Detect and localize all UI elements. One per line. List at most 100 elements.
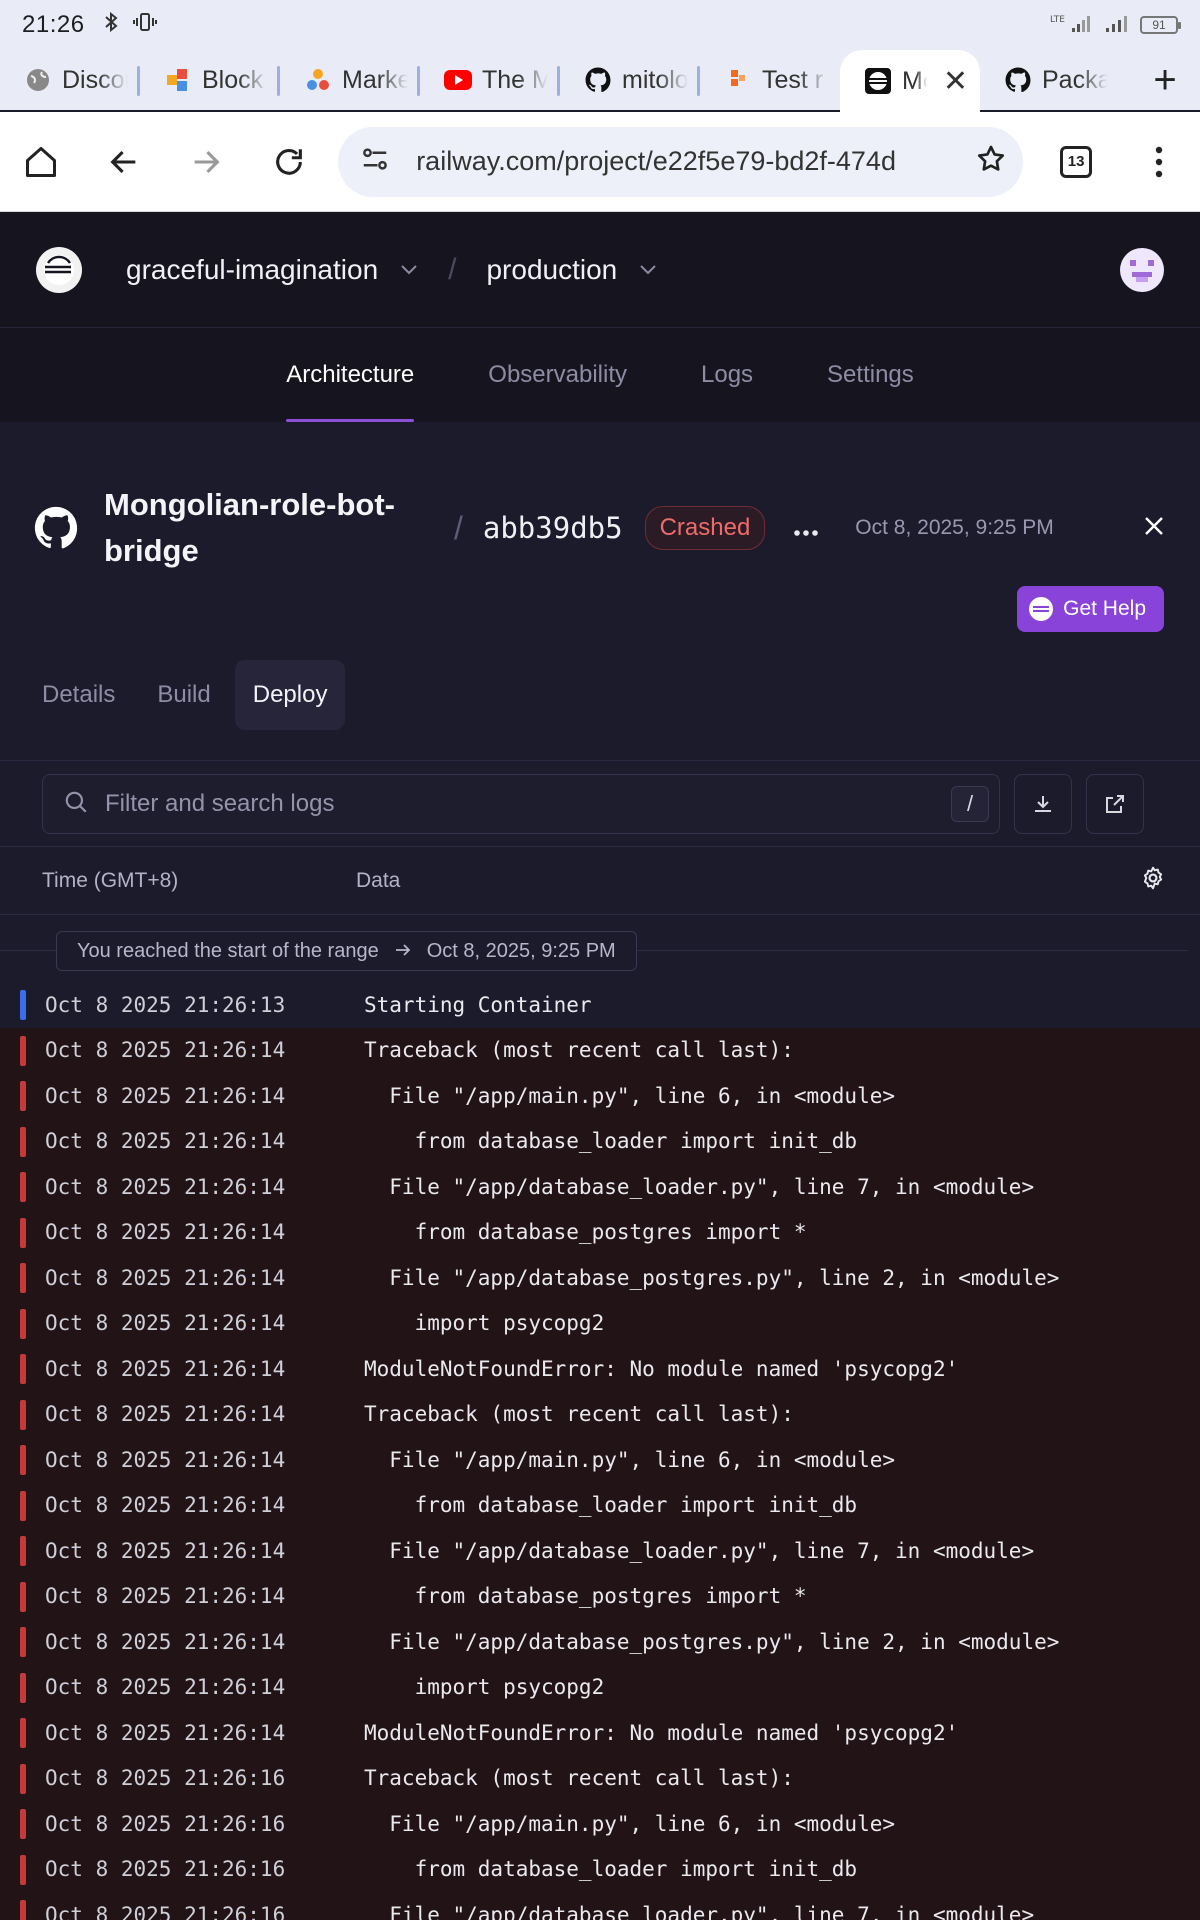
deployment-header: Mongolian-role-bot-bridge / abb39db5 Cra… [34, 482, 1174, 574]
browser-tab[interactable]: Test r [700, 50, 840, 110]
log-message: Traceback (most recent call last): [364, 1402, 794, 1427]
get-help-label: Get Help [1063, 597, 1146, 620]
log-time: Oct 8 2025 21:26:14 [45, 1311, 286, 1336]
browser-tab[interactable]: Discord [0, 50, 140, 110]
log-row[interactable]: Oct 8 2025 21:26:14 ModuleNotFoundError: … [0, 1710, 1200, 1756]
subtab-deploy[interactable]: Deploy [234, 660, 346, 730]
log-message: ModuleNotFoundError: No module named 'ps… [364, 1356, 959, 1381]
log-message: import psycopg2 [364, 1311, 605, 1336]
log-row[interactable]: Oct 8 2025 21:26:14 Traceback (most recen… [0, 1027, 1200, 1073]
log-row[interactable]: Oct 8 2025 21:26:14 import psycopg2 [0, 1300, 1200, 1346]
close-icon[interactable] [1134, 511, 1174, 545]
log-row[interactable]: Oct 8 2025 21:26:16 File "/app/database_… [0, 1892, 1200, 1920]
log-row[interactable]: Oct 8 2025 21:26:14 from database_loader… [0, 1482, 1200, 1528]
log-row[interactable]: Oct 8 2025 21:26:14 import psycopg2 [0, 1664, 1200, 1710]
log-row[interactable]: Oct 8 2025 21:26:14 ModuleNotFoundError: … [0, 1346, 1200, 1392]
breadcrumb-separator: / [454, 509, 463, 546]
deployment-timestamp: Oct 8, 2025, 9:25 PM [855, 516, 1054, 539]
tab-observability[interactable]: Observability [488, 328, 627, 422]
log-time: Oct 8 2025 21:26:14 [45, 1220, 286, 1245]
log-search-input[interactable]: Filter and search logs / [42, 774, 1000, 834]
service-name[interactable]: Mongolian-role-bot-bridge [104, 482, 434, 574]
log-time: Oct 8 2025 21:26:14 [45, 1538, 286, 1563]
log-row[interactable]: Oct 8 2025 21:26:14 File "/app/main.py",… [0, 1073, 1200, 1119]
log-row[interactable]: Oct 8 2025 21:26:14 File "/app/database_… [0, 1619, 1200, 1665]
log-time: Oct 8 2025 21:26:16 [45, 1766, 286, 1791]
browser-tab-strip: Discord Block Market The M mitolo Test r… [0, 50, 1200, 112]
forward-button[interactable] [165, 120, 248, 204]
column-time: Time (GMT+8) [42, 868, 179, 892]
gear-icon[interactable] [1140, 865, 1166, 897]
tab-architecture[interactable]: Architecture [286, 328, 415, 422]
youtube-icon [444, 66, 472, 94]
close-tab-icon[interactable]: ✕ [943, 64, 968, 99]
environment-selector[interactable]: production [486, 254, 657, 286]
log-message: File "/app/main.py", line 6, in <module> [364, 1811, 896, 1836]
deployment-id[interactable]: abb39db5 [483, 511, 623, 545]
reload-button[interactable] [248, 120, 331, 204]
browser-tab[interactable]: mitolo [560, 50, 700, 110]
browser-tab[interactable]: Market [280, 50, 420, 110]
log-level-indicator [20, 990, 26, 1020]
log-time: Oct 8 2025 21:26:14 [45, 1402, 286, 1427]
log-row[interactable]: Oct 8 2025 21:26:14 File "/app/main.py",… [0, 1437, 1200, 1483]
project-selector[interactable]: graceful-imagination [126, 254, 418, 286]
log-row[interactable]: Oct 8 2025 21:26:13 Starting Container [0, 982, 1200, 1028]
log-level-indicator [20, 1217, 26, 1248]
log-level-indicator [20, 1809, 26, 1839]
log-row[interactable]: Oct 8 2025 21:26:14 File "/app/database_… [0, 1255, 1200, 1301]
svg-text:LTE: LTE [1050, 15, 1065, 25]
log-row[interactable]: Oct 8 2025 21:26:14 from database_loader… [0, 1118, 1200, 1164]
get-help-button[interactable]: Get Help [1017, 586, 1164, 632]
address-bar[interactable]: railway.com/project/e22f5e79-bd2f-474d [338, 126, 1023, 197]
arrow-right-icon [395, 940, 411, 963]
browser-tab[interactable]: Packa [980, 50, 1120, 110]
reload-icon [276, 148, 302, 175]
log-message: File "/app/database_loader.py", line 7, … [364, 1538, 1035, 1563]
project-name: graceful-imagination [126, 253, 379, 285]
railway-logo-icon [1029, 597, 1054, 621]
log-time: Oct 8 2025 21:26:16 [45, 1811, 286, 1836]
log-row[interactable]: Oct 8 2025 21:26:14 File "/app/database_… [0, 1528, 1200, 1574]
range-notice-text: You reached the start of the range [77, 939, 379, 962]
browser-tab[interactable]: The M [420, 50, 560, 110]
market-icon [304, 66, 332, 94]
bookmark-star-icon[interactable] [975, 143, 1007, 180]
home-button[interactable] [0, 120, 83, 204]
avatar[interactable] [1120, 247, 1164, 292]
chevron-down-icon [400, 259, 418, 280]
log-row[interactable]: Oct 8 2025 21:26:16 File "/app/main.py",… [0, 1801, 1200, 1847]
log-row[interactable]: Oct 8 2025 21:26:14 from database_postgr… [0, 1573, 1200, 1619]
browser-menu-button[interactable] [1117, 120, 1200, 204]
log-row[interactable]: Oct 8 2025 21:26:14 File "/app/database_… [0, 1164, 1200, 1210]
more-options-icon[interactable] [793, 513, 819, 544]
site-settings-icon[interactable] [360, 144, 390, 179]
log-level-indicator [20, 1672, 26, 1703]
search-placeholder[interactable]: Filter and search logs [105, 790, 951, 818]
log-time: Oct 8 2025 21:26:14 [45, 1447, 286, 1472]
subtab-build[interactable]: Build [139, 660, 228, 730]
log-message: from database_postgres import * [364, 1584, 807, 1609]
deployment-panel: Mongolian-role-bot-bridge / abb39db5 Cra… [0, 422, 1200, 1920]
new-tab-button[interactable]: + [1130, 58, 1200, 103]
tab-switcher-button[interactable]: 13 [1035, 120, 1118, 204]
open-external-button[interactable] [1086, 774, 1144, 834]
log-time: Oct 8 2025 21:26:14 [45, 1265, 286, 1290]
log-row[interactable]: Oct 8 2025 21:26:16 Traceback (most recen… [0, 1755, 1200, 1801]
back-button[interactable] [83, 120, 166, 204]
log-row[interactable]: Oct 8 2025 21:26:14 from database_postgr… [0, 1209, 1200, 1255]
log-row[interactable]: Oct 8 2025 21:26:16 from database_loader… [0, 1846, 1200, 1892]
browser-tab[interactable]: Block [140, 50, 280, 110]
url-text[interactable]: railway.com/project/e22f5e79-bd2f-474d [416, 146, 936, 177]
log-level-indicator [20, 1263, 26, 1293]
railway-icon [864, 67, 892, 95]
log-row[interactable]: Oct 8 2025 21:26:14 Traceback (most recen… [0, 1391, 1200, 1437]
railway-logo-icon[interactable] [36, 246, 82, 293]
tab-settings[interactable]: Settings [827, 328, 914, 422]
tab-logs[interactable]: Logs [701, 328, 753, 422]
log-time: Oct 8 2025 21:26:16 [45, 1902, 286, 1920]
browser-tab-active[interactable]: Mo ✕ [840, 50, 980, 112]
download-logs-button[interactable] [1014, 774, 1072, 834]
log-time: Oct 8 2025 21:26:14 [45, 1083, 286, 1108]
subtab-details[interactable]: Details [24, 660, 133, 730]
